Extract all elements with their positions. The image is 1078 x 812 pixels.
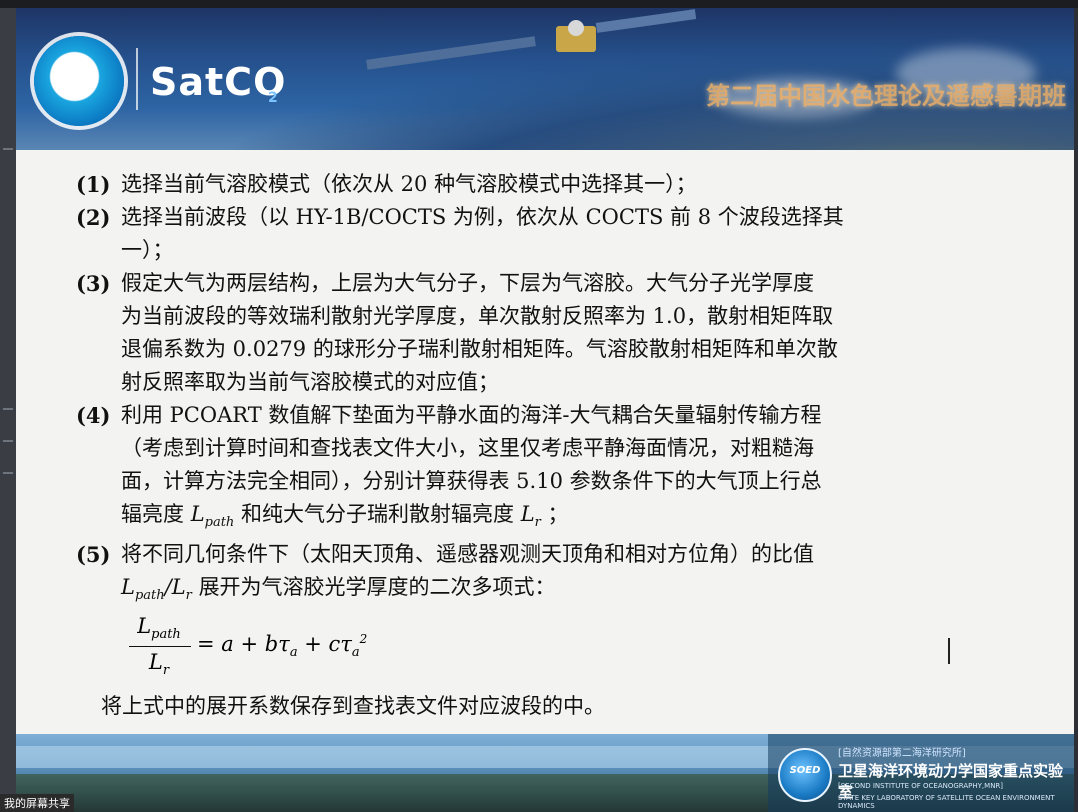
logo-divider bbox=[136, 48, 138, 110]
item-text-with-math: Lpath/Lr 展开为气溶胶光学厚度的二次多项式： bbox=[76, 571, 986, 612]
item-text-with-math: 辐亮度 Lpath 和纯大气分子瑞利散射辐亮度 Lr ； bbox=[76, 498, 986, 539]
right-edge-strip bbox=[1074, 8, 1078, 812]
item-text: 退偏系数为 0.0279 的球形分子瑞利散射相矩阵。气溶胶散射相矩阵和单次散 bbox=[121, 337, 838, 361]
list-item: (5) 将不同几何条件下（太阳天顶角、遥感器观测天顶角和相对方位角）的比值 Lp… bbox=[76, 538, 986, 612]
fraction-bar bbox=[129, 646, 191, 647]
item-text: ； bbox=[547, 502, 569, 526]
strip-tick bbox=[3, 440, 13, 442]
institution-name-en: [SECOND INSTITUTE OF OCEANOGRAPHY,MNR] bbox=[838, 782, 1004, 790]
item-text: （考虑到计算时间和查找表文件大小，这里仅考虑平静海面情况，对粗糙海 bbox=[121, 436, 814, 460]
item-text: 假定大气为两层结构，上层为大气分子，下层为气溶胶。大气分子光学厚度 bbox=[121, 271, 814, 295]
item-text: 辐亮度 bbox=[121, 502, 184, 526]
summary-text: 将上式中的展开系数保存到查找表文件对应波段的中。 bbox=[101, 694, 605, 718]
item-text: 和纯大气分子瑞利散射辐亮度 bbox=[241, 502, 514, 526]
window-top-bar bbox=[0, 0, 1078, 8]
item-text: 一）； bbox=[121, 238, 174, 262]
item-number: (2) bbox=[76, 205, 111, 230]
screen-share-label[interactable]: 我的屏幕共享 bbox=[0, 794, 74, 812]
item-number: (4) bbox=[76, 403, 111, 428]
left-toolbar-strip bbox=[0, 8, 16, 812]
brand-name: SatCO bbox=[150, 60, 287, 104]
math-L-r: Lr bbox=[520, 502, 541, 531]
presentation-slide: SatCO 2 第二届中国水色理论及遥感暑期班 (1) 选择当前气溶胶模式（依次… bbox=[0, 0, 1078, 812]
text-cursor bbox=[948, 638, 950, 664]
banner-title: 第二届中国水色理论及遥感暑期班 bbox=[706, 82, 1066, 110]
item-text: 将不同几何条件下（太阳天顶角、遥感器观测天顶角和相对方位角）的比值 bbox=[121, 542, 814, 566]
slide-footer: SOED [自然资源部第二海洋研究所] 卫星海洋环境动力学国家重点实验室 [SE… bbox=[16, 734, 1074, 812]
list-item: (4) 利用 PCOART 数值解下垫面为平静水面的海洋-大气耦合矢量辐射传输方… bbox=[76, 399, 986, 539]
item-text: 选择当前气溶胶模式（依次从 20 种气溶胶模式中选择其一）； bbox=[121, 172, 697, 196]
strip-tick bbox=[3, 472, 13, 474]
formula-numerator: Lpath bbox=[137, 614, 181, 643]
list-item: (2) 选择当前波段（以 HY-1B/COCTS 为例，依次从 COCTS 前 … bbox=[76, 201, 986, 267]
item-text: 面，计算方法完全相同），分别计算获得表 5.10 参数条件下的大气顶上行总 bbox=[121, 469, 822, 493]
strip-tick bbox=[3, 148, 13, 150]
math-L-path: Lpath bbox=[190, 502, 235, 531]
formula-denominator: Lr bbox=[148, 650, 170, 679]
formula-rhs: = a + bτa + cτa2 bbox=[197, 632, 368, 661]
item-text: 选择当前波段（以 HY-1B/COCTS 为例，依次从 COCTS 前 8 个波… bbox=[121, 205, 844, 229]
item-text: 为当前波段的等效瑞利散射光学厚度，单次散射反照率为 1.0，散射相矩阵取 bbox=[121, 304, 834, 328]
item-number: (3) bbox=[76, 271, 111, 296]
list-item: (3) 假定大气为两层结构，上层为大气分子，下层为气溶胶。大气分子光学厚度 为当… bbox=[76, 267, 986, 399]
institution-panel: SOED [自然资源部第二海洋研究所] 卫星海洋环境动力学国家重点实验室 [SE… bbox=[768, 734, 1074, 812]
soed-logo-icon: SOED bbox=[778, 748, 832, 802]
satco-logo-icon bbox=[34, 36, 124, 126]
formula: Lpath Lr = a + bτa + cτa2 bbox=[129, 614, 429, 686]
item-text: 展开为气溶胶光学厚度的二次多项式： bbox=[198, 575, 556, 599]
lab-name-en: STATE KEY LABORATORY OF SATELLITE OCEAN … bbox=[838, 794, 1055, 810]
institution-name: [自然资源部第二海洋研究所] bbox=[838, 748, 966, 759]
list-item: (1) 选择当前气溶胶模式（依次从 20 种气溶胶模式中选择其一）； bbox=[76, 168, 986, 201]
strip-tick bbox=[3, 408, 13, 410]
satellite-icon bbox=[366, 9, 697, 70]
math-ratio: Lpath/Lr bbox=[121, 575, 192, 604]
slide-content: (1) 选择当前气溶胶模式（依次从 20 种气溶胶模式中选择其一）； (2) 选… bbox=[16, 150, 1074, 734]
item-text: 利用 PCOART 数值解下垫面为平静水面的海洋-大气耦合矢量辐射传输方程 bbox=[121, 403, 822, 427]
item-number: (1) bbox=[76, 172, 111, 197]
item-text: 射反照率取为当前气溶胶模式的对应值； bbox=[121, 370, 499, 394]
item-number: (5) bbox=[76, 542, 111, 567]
slide-header-banner: SatCO 2 第二届中国水色理论及遥感暑期班 bbox=[16, 8, 1074, 150]
brand-subscript: 2 bbox=[268, 90, 278, 106]
